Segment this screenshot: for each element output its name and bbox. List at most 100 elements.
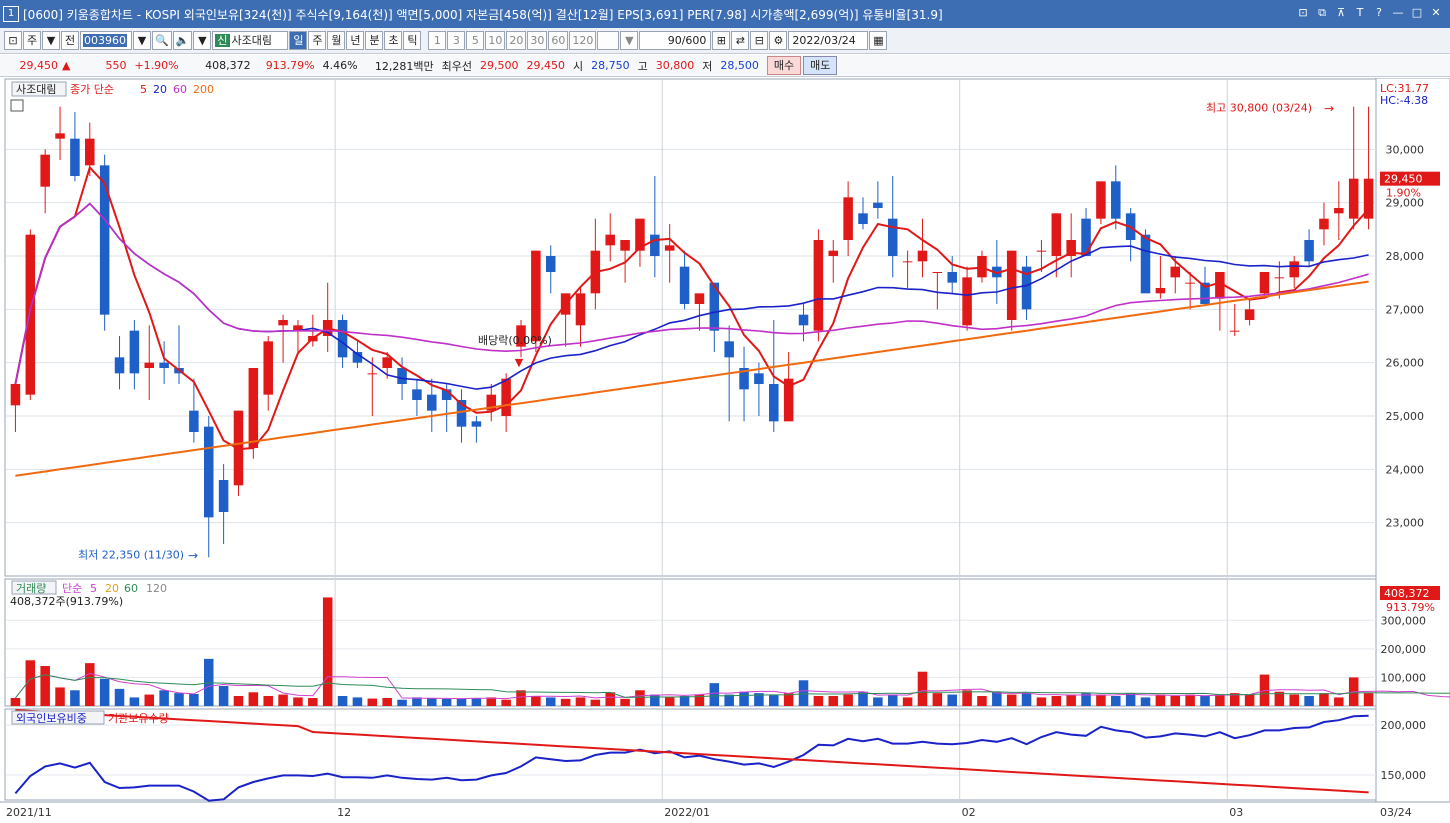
period-select[interactable]: 주	[23, 31, 41, 50]
tab-yearly[interactable]: 년	[346, 31, 365, 50]
x-tick-label: 03	[1229, 806, 1243, 819]
date-input[interactable]: 2022/03/24	[788, 31, 869, 50]
candle-body	[962, 277, 972, 326]
tab-second[interactable]: 초	[384, 31, 403, 50]
volume-bar	[650, 694, 660, 706]
candle-body	[1111, 181, 1121, 219]
interval-120[interactable]: 120	[569, 31, 597, 50]
minimize-icon[interactable]: —	[1390, 5, 1406, 21]
tab-monthly[interactable]: 월	[327, 31, 346, 50]
dividend-annotation: 배당락(0.00%)	[478, 334, 552, 347]
close-icon[interactable]: ✕	[1428, 5, 1444, 21]
volume-bar	[1155, 694, 1166, 706]
layout-icon[interactable]: ⊡	[4, 31, 22, 50]
interval-dropdown-icon[interactable]: ▼	[620, 31, 639, 50]
volume-bar	[189, 694, 199, 706]
code-dropdown-icon[interactable]: ▼	[133, 31, 151, 50]
speaker-dropdown-icon[interactable]: ▼	[193, 31, 212, 50]
save-icon[interactable]: ⊟	[750, 31, 769, 50]
candle-body	[1051, 213, 1062, 256]
candle-body	[337, 320, 348, 358]
help-icon[interactable]: ?	[1371, 5, 1387, 21]
candle-body	[263, 341, 273, 395]
volume-bar	[501, 699, 511, 706]
volume-bar	[129, 697, 140, 706]
candle-body	[248, 368, 259, 448]
count-input[interactable]: 90/600	[639, 31, 712, 50]
candle-body	[1348, 178, 1359, 219]
candle-body	[382, 357, 392, 368]
chart-area[interactable]: 30,00029,00028,00027,00026,00025,00024,0…	[0, 78, 1450, 823]
volume-bar	[427, 698, 437, 706]
candle-body	[754, 373, 764, 384]
tab-daily[interactable]: 일	[289, 31, 308, 50]
search-icon[interactable]: 🔍	[152, 31, 172, 50]
candle-body	[843, 197, 853, 240]
high-label: 고	[637, 59, 648, 73]
candle-body	[1274, 277, 1285, 279]
tab-tick[interactable]: 틱	[403, 31, 422, 50]
price-stock-label: 사조대림	[16, 83, 56, 96]
turnover-rate: 4.46%	[322, 59, 358, 72]
volume-bar	[1021, 693, 1032, 706]
candle-body	[902, 261, 913, 263]
y-tick-label: 150,000	[1381, 769, 1427, 782]
text-icon[interactable]: T	[1352, 5, 1368, 21]
volume-bar	[174, 693, 184, 706]
candle-body	[427, 394, 437, 411]
calendar-icon[interactable]: ▦	[869, 31, 888, 50]
prev-button[interactable]: 전	[61, 31, 79, 50]
x-tick-label: 2022/01	[664, 806, 710, 819]
volume-bar	[1289, 694, 1299, 706]
stock-code-input[interactable]: 003960	[80, 31, 132, 50]
buy-button[interactable]: 매수	[766, 56, 802, 75]
volume-bar	[605, 692, 615, 706]
volume-bar	[769, 694, 779, 706]
candle-body	[189, 410, 199, 432]
copy-icon[interactable]: ⧉	[1314, 5, 1330, 21]
window-number: 1	[3, 6, 19, 22]
volume-bar	[531, 696, 541, 706]
candle-type-icon[interactable]: ⊞	[712, 31, 731, 50]
current-price-tag-text: 29,450	[1384, 173, 1423, 186]
draw-tool-icon[interactable]: ⇄	[731, 31, 750, 50]
y-tick-label: 28,000	[1386, 250, 1425, 263]
candle-body	[1140, 234, 1151, 294]
interval-10[interactable]: 10	[485, 31, 506, 50]
interval-custom-input[interactable]	[597, 31, 620, 50]
candle-body	[471, 421, 482, 427]
x-tick-label: 2021/11	[6, 806, 52, 819]
interval-1[interactable]: 1	[428, 31, 447, 50]
sell-button[interactable]: 매도	[803, 56, 838, 75]
volume-ma-60: 60	[124, 582, 138, 595]
stock-name-field[interactable]: 신 사조대림	[212, 31, 289, 50]
candle-body	[932, 272, 943, 273]
period-dropdown-icon[interactable]: ▼	[42, 31, 60, 50]
interval-5[interactable]: 5	[466, 31, 485, 50]
settings-icon[interactable]: ⚙	[769, 31, 788, 50]
speaker-icon[interactable]: 🔈	[172, 31, 193, 50]
window-controls: ⊡ ⧉ ⊼ T ? — □ ✕	[1295, 5, 1444, 21]
volume-ma-120: 120	[146, 582, 167, 595]
candle-body	[99, 165, 110, 315]
interval-20[interactable]: 20	[506, 31, 527, 50]
candle-body	[397, 368, 407, 384]
volume-bar	[1051, 696, 1062, 706]
candle-body	[1229, 330, 1240, 332]
volume-bar	[322, 597, 333, 706]
interval-30[interactable]: 30	[527, 31, 548, 50]
volume-bar	[1006, 694, 1017, 706]
volume-bar	[843, 694, 853, 706]
candle-body	[501, 378, 511, 416]
screen-icon[interactable]: ⊡	[1295, 5, 1311, 21]
candle-body	[694, 293, 705, 304]
tab-minute[interactable]: 분	[365, 31, 384, 50]
candle-body	[828, 250, 839, 256]
candle-body	[278, 320, 288, 326]
interval-60[interactable]: 60	[548, 31, 569, 50]
maximize-icon[interactable]: □	[1409, 5, 1425, 21]
pin-icon[interactable]: ⊼	[1333, 5, 1349, 21]
tab-weekly[interactable]: 주	[308, 31, 327, 50]
interval-3[interactable]: 3	[447, 31, 466, 50]
trade-amount: 12,281백만	[374, 59, 434, 73]
